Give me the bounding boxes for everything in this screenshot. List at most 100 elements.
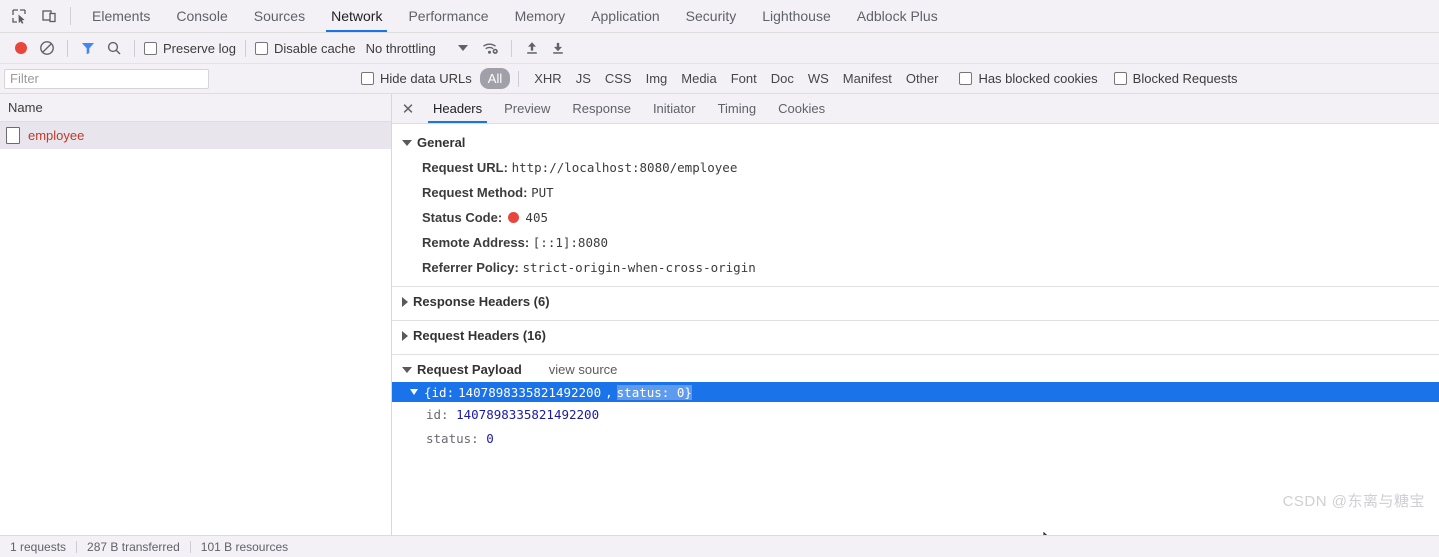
tab-performance[interactable]: Performance <box>395 0 501 32</box>
detail-tab-initiator[interactable]: Initiator <box>642 94 707 123</box>
section-title: Response Headers (6) <box>413 294 550 309</box>
search-icon[interactable] <box>101 35 127 61</box>
section-title: General <box>417 135 466 150</box>
detail-tab-label: Response <box>572 101 631 116</box>
payload-root-selected-text: status: 0} <box>616 384 692 400</box>
payload-root-id: 1407898335821492200 <box>458 384 602 400</box>
triangle-down-icon[interactable] <box>410 389 418 395</box>
detail-tab-label: Headers <box>433 101 483 116</box>
detail-tab-headers[interactable]: Headers <box>422 94 493 123</box>
wifi-settings-icon[interactable] <box>478 35 504 61</box>
filter-type-all[interactable]: All <box>479 68 511 89</box>
filter-type-font[interactable]: Font <box>724 69 764 88</box>
section-response-headers-header[interactable]: Response Headers (6) <box>392 289 1439 314</box>
tab-label: Adblock Plus <box>856 8 938 24</box>
devtools-window: Elements Console Sources Network Perform… <box>0 0 1439 557</box>
clear-icon[interactable] <box>34 35 60 61</box>
field-key: Request URL: <box>422 160 508 175</box>
csdn-watermark: CSDN @东离与糖宝 <box>1282 493 1425 510</box>
toolbar-divider <box>244 39 246 57</box>
devtools-main-tabbar: Elements Console Sources Network Perform… <box>0 0 1439 33</box>
section-divider <box>392 354 1439 355</box>
section-general-header[interactable]: General <box>392 130 1439 155</box>
tab-network[interactable]: Network <box>318 0 395 32</box>
detail-tab-label: Preview <box>504 101 551 116</box>
detail-tab-response[interactable]: Response <box>561 94 642 123</box>
tab-console[interactable]: Console <box>163 0 240 32</box>
filter-funnel-icon[interactable] <box>75 35 101 61</box>
chevron-down-icon[interactable] <box>457 45 468 51</box>
request-list-header[interactable]: Name <box>0 94 391 122</box>
blocked-requests-label: Blocked Requests <box>1132 71 1238 86</box>
preserve-log-checkbox[interactable]: Preserve log <box>142 41 238 56</box>
filter-type-label: Font <box>730 71 757 86</box>
tab-label: Performance <box>408 8 489 24</box>
tab-adblock-plus[interactable]: Adblock Plus <box>844 0 951 32</box>
device-toolbar-icon[interactable] <box>34 0 64 32</box>
request-list-empty-area <box>0 149 391 535</box>
disable-cache-checkbox[interactable]: Disable cache <box>253 41 358 56</box>
tab-label: Lighthouse <box>762 8 831 24</box>
status-resources: 101 B resources <box>200 539 289 554</box>
triangle-down-icon <box>402 139 412 146</box>
field-value: http://localhost:8080/employee <box>511 160 738 175</box>
record-button-icon[interactable] <box>8 35 34 61</box>
section-divider <box>392 286 1439 287</box>
network-body: Name employee ✕ Headers Preview Response… <box>0 94 1439 535</box>
request-payload-tree: {id: 1407898335821492200, status: 0} id:… <box>392 382 1439 450</box>
filter-type-label: XHR <box>534 71 562 86</box>
blocked-requests-checkbox[interactable]: Blocked Requests <box>1112 71 1240 86</box>
filter-type-other[interactable]: Other <box>899 69 946 88</box>
filter-input[interactable] <box>4 68 209 89</box>
import-har-icon[interactable] <box>519 35 545 61</box>
network-toolbar: Preserve log Disable cache No throttling <box>0 33 1439 64</box>
tab-label: Console <box>176 8 228 24</box>
section-request-payload-header[interactable]: Request Payload view source <box>392 357 1439 382</box>
filter-type-js[interactable]: JS <box>569 69 598 88</box>
tab-sources[interactable]: Sources <box>241 0 318 32</box>
request-row-employee[interactable]: employee <box>0 122 391 149</box>
filter-type-media[interactable]: Media <box>674 69 723 88</box>
detail-tab-timing[interactable]: Timing <box>707 94 768 123</box>
throttling-select[interactable]: No throttling <box>366 41 436 56</box>
network-status-bar: 1 requests 287 B transferred 101 B resou… <box>0 535 1439 557</box>
filter-type-label: CSS <box>604 71 632 86</box>
export-har-icon[interactable] <box>545 35 571 61</box>
filter-type-ws[interactable]: WS <box>801 69 836 88</box>
request-list-panel: Name employee <box>0 94 392 535</box>
inspect-element-icon[interactable] <box>4 0 34 32</box>
filter-type-manifest[interactable]: Manifest <box>836 69 899 88</box>
filter-type-xhr[interactable]: XHR <box>527 69 568 88</box>
tab-security[interactable]: Security <box>673 0 750 32</box>
tab-memory[interactable]: Memory <box>502 0 579 32</box>
payload-key: status: <box>426 430 479 446</box>
tab-label: Network <box>331 8 383 24</box>
filter-type-img[interactable]: Img <box>639 69 675 88</box>
close-icon[interactable]: ✕ <box>394 94 422 123</box>
tab-elements[interactable]: Elements <box>79 0 163 32</box>
view-source-link[interactable]: view source <box>549 362 618 377</box>
payload-row-id[interactable]: id: 1407898335821492200 <box>392 402 1439 426</box>
request-name: employee <box>28 128 85 143</box>
toolbar-divider <box>510 39 512 57</box>
filter-type-css[interactable]: CSS <box>598 69 639 88</box>
hide-data-urls-checkbox[interactable]: Hide data URLs <box>359 71 474 86</box>
filter-divider <box>518 70 520 87</box>
payload-row-status[interactable]: status: 0 <box>392 426 1439 450</box>
filter-type-doc[interactable]: Doc <box>764 69 801 88</box>
hide-data-urls-label: Hide data URLs <box>380 71 472 86</box>
tabbar-divider <box>70 7 71 25</box>
section-request-headers-header[interactable]: Request Headers (16) <box>392 323 1439 348</box>
filter-type-label: Img <box>645 71 668 86</box>
detail-tab-preview[interactable]: Preview <box>493 94 561 123</box>
triangle-right-icon <box>402 330 408 341</box>
tab-application[interactable]: Application <box>578 0 673 32</box>
filter-type-label: All <box>487 71 503 86</box>
tab-lighthouse[interactable]: Lighthouse <box>749 0 844 32</box>
detail-tab-cookies[interactable]: Cookies <box>767 94 836 123</box>
payload-root-row[interactable]: {id: 1407898335821492200, status: 0} <box>392 382 1439 402</box>
tab-label: Memory <box>514 8 566 24</box>
has-blocked-cookies-checkbox[interactable]: Has blocked cookies <box>957 71 1099 86</box>
filter-type-label: WS <box>807 71 829 86</box>
network-filter-bar: Hide data URLs All XHR JS CSS Img Media … <box>0 64 1439 94</box>
